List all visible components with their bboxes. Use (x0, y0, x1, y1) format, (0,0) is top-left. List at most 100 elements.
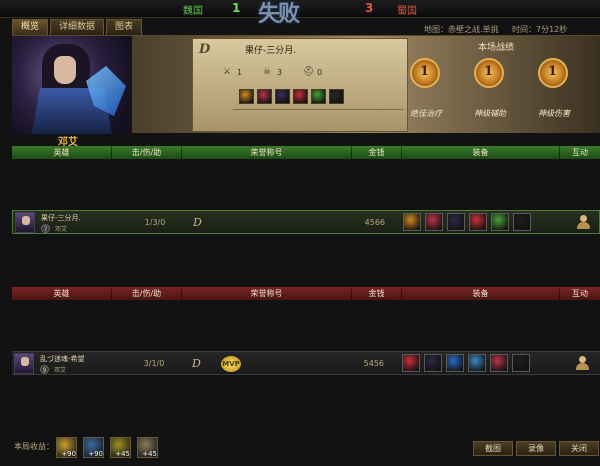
assists-stat: ⛑ 0 (303, 67, 333, 77)
equipment-slot-icon[interactable] (424, 354, 442, 372)
battle-record-title: 本场战绩 (478, 43, 515, 53)
time-info: 时间：7分12秒 (512, 25, 568, 34)
kills-value: 1 (237, 67, 243, 77)
deaths-value: 3 (277, 67, 283, 77)
deaths-stat: ☠ 3 (263, 67, 293, 77)
col-kda: 击/伤/助 (112, 287, 182, 300)
add-friend-icon[interactable] (576, 215, 590, 230)
equipment-slot-icon[interactable] (403, 213, 421, 231)
equipment-slot-icon[interactable] (257, 89, 272, 104)
equipment-slot-icon[interactable] (469, 213, 487, 231)
equipment-slot-icon[interactable] (311, 89, 326, 104)
equipment-slot-icon[interactable] (402, 354, 420, 372)
medal-healing-icon: 1 (406, 58, 444, 98)
hero-summary-panel: D 果仔-三分月. ⚔ 1 ☠ 3 ⛑ 0 本场战绩 1 绝佳治疗 1 神级辅助… (12, 35, 600, 134)
row-hero-name: 邓艾 (54, 367, 67, 374)
skull-icon: ☠ (263, 67, 272, 77)
add-friend-icon[interactable] (575, 356, 589, 371)
col-hero: 英雄 (12, 287, 112, 300)
col-equip: 装备 (402, 287, 560, 300)
equipment-slot-icon[interactable] (491, 213, 509, 231)
tab-charts[interactable]: 图表 (106, 19, 143, 35)
equipment-slot-icon[interactable] (446, 354, 464, 372)
equipment-slot-icon[interactable] (512, 354, 530, 372)
row-gold: 4566 (364, 218, 385, 227)
row-rank-badge: D (192, 357, 201, 370)
hero-item-slots (239, 89, 344, 104)
col-hero: 英雄 (12, 146, 112, 159)
exp-icon: +90 (83, 437, 104, 458)
kills-stat: ⚔ 1 (223, 67, 253, 77)
player-name: 果仔-三分月. (245, 46, 297, 56)
col-action: 互动 (572, 148, 588, 157)
col-kda: 击/伤/助 (112, 146, 182, 159)
medal-support-label: 神级辅助 (474, 109, 506, 118)
reward-amount: +90 (88, 450, 103, 458)
equipment-slot-icon[interactable] (447, 213, 465, 231)
col-gold: 金钱 (352, 287, 402, 300)
match-earnings-label: 本局收益： (14, 442, 54, 451)
rank-badge: D (199, 42, 211, 57)
level-badge: 9 (40, 365, 49, 374)
result-banner: 失败 (258, 1, 300, 27)
equipment-slot-icon[interactable] (513, 213, 531, 231)
medal-support-icon: 1 (470, 58, 508, 98)
tab-bar: 概览 详细数据 图表 (12, 19, 143, 35)
avatar (15, 212, 35, 233)
medal-damage-label: 神级伤害 (538, 109, 570, 118)
equipment-slot-icon[interactable] (329, 89, 344, 104)
col-gold: 金钱 (352, 146, 402, 159)
battle-result-screen: 魏国 1 失败 3 蜀国 概览 详细数据 图表 地图：赤壁之战.单挑 时间：7分… (0, 0, 600, 466)
assists-value: 0 (317, 67, 323, 77)
replay-button[interactable]: 录像 (516, 441, 556, 456)
reward-list: +90 +90 +45 +45 (56, 437, 158, 458)
col-equip: 装备 (402, 146, 560, 159)
mvp-medal-icon: MVP (221, 356, 241, 372)
gold-icon: +90 (56, 437, 77, 458)
col-action: 互动 (572, 289, 588, 298)
tab-details[interactable]: 详细数据 (50, 19, 105, 35)
col-title: 荣誉称号 (182, 287, 352, 300)
row-gold: 5456 (363, 359, 384, 368)
row-hero-name: 邓艾 (55, 226, 68, 233)
row-rank-badge: D (193, 216, 202, 229)
equipment-slot-icon[interactable] (239, 89, 254, 104)
left-score: 1 (232, 1, 241, 15)
avatar (14, 353, 34, 374)
kda-stats: ⚔ 1 ☠ 3 ⛑ 0 (223, 67, 333, 77)
row-equipment (402, 354, 530, 372)
reward-amount: +90 (61, 450, 76, 458)
score-bar: 魏国 1 失败 3 蜀国 (0, 0, 600, 27)
honor-icon: +45 (110, 437, 131, 458)
col-title: 荣誉称号 (182, 146, 352, 159)
table-row[interactable]: 乱づ迷魂-希望 9 邓艾 3/1/0 D MVP 5456 (12, 351, 600, 375)
equipment-slot-icon[interactable] (275, 89, 290, 104)
close-button[interactable]: 关闭 (559, 441, 599, 456)
row-kda: 1/3/0 (144, 218, 166, 227)
row-kda: 3/1/0 (143, 359, 165, 368)
equipment-slot-icon[interactable] (490, 354, 508, 372)
right-score: 3 (365, 1, 374, 15)
enemy-table-header: 英雄 击/伤/助 荣誉称号 金钱 装备 互动 (12, 287, 600, 300)
helmet-icon: ⛑ (303, 67, 315, 77)
screenshot-button[interactable]: 截图 (473, 441, 513, 456)
equipment-slot-icon[interactable] (468, 354, 486, 372)
skill-icon: +45 (137, 437, 158, 458)
row-player-name: 果仔-三分月. (41, 214, 81, 222)
hero-portrait (12, 36, 132, 134)
right-faction-name: 蜀国 (397, 6, 417, 17)
map-info: 地图：赤壁之战.单挑 (424, 25, 499, 34)
equipment-slot-icon[interactable] (293, 89, 308, 104)
ally-table-header: 英雄 击/伤/助 荣誉称号 金钱 装备 互动 (12, 146, 600, 159)
crossed-swords-icon: ⚔ (223, 67, 232, 77)
equipment-slot-icon[interactable] (425, 213, 443, 231)
medal-damage-icon: 1 (534, 58, 572, 98)
hero-info-card: D 果仔-三分月. ⚔ 1 ☠ 3 ⛑ 0 (192, 38, 408, 132)
table-row[interactable]: 果仔-三分月. 7 邓艾 1/3/0 D 4566 (12, 210, 600, 234)
left-faction-name: 魏国 (183, 6, 203, 17)
level-badge: 7 (41, 224, 50, 233)
reward-amount: +45 (142, 450, 157, 458)
row-player-name: 乱づ迷魂-希望 (40, 355, 85, 363)
reward-amount: +45 (115, 450, 130, 458)
tab-overview[interactable]: 概览 (12, 19, 49, 35)
